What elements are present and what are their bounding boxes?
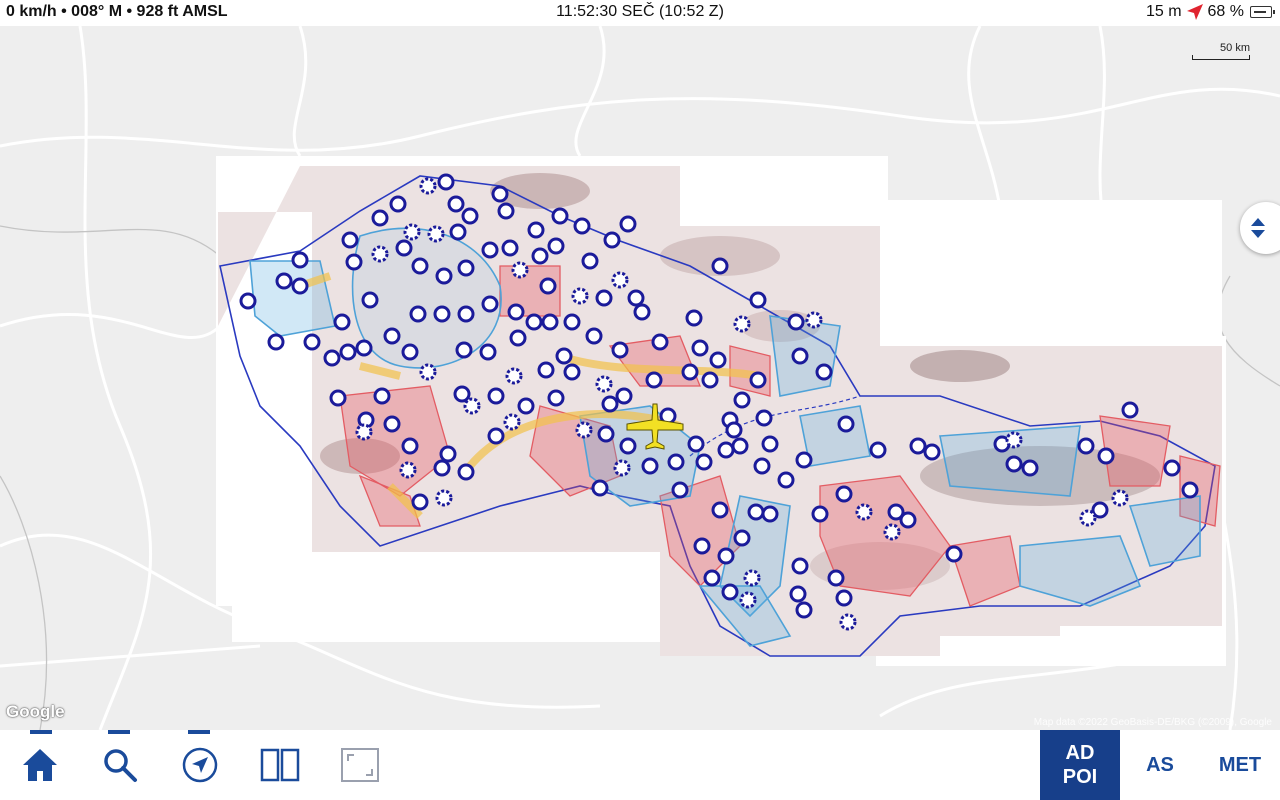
- google-logo: Google: [6, 702, 65, 721]
- battery-percent: 68 %: [1207, 3, 1244, 20]
- scale-label: 50 km: [1220, 42, 1250, 54]
- home-button[interactable]: [10, 730, 70, 800]
- fullscreen-icon: [341, 748, 379, 782]
- map-canvas[interactable]: [0, 26, 1280, 730]
- map-view[interactable]: 50 km Google Map data ©2022 GeoBasis-DE/…: [0, 26, 1280, 730]
- home-indicator: [30, 730, 52, 734]
- tab-as-label: AS: [1146, 754, 1174, 776]
- status-right-group: 15 m 68 %: [1145, 3, 1275, 21]
- search-icon: [104, 749, 137, 782]
- battery-icon: [1250, 6, 1275, 18]
- tab-ad-poi[interactable]: AD POI: [1040, 730, 1120, 800]
- navigation-arrow-icon: [182, 747, 218, 783]
- home-icon: [23, 749, 57, 781]
- tab-as[interactable]: AS: [1120, 730, 1200, 800]
- bottom-toolbar: AD POI AS MET: [0, 730, 1280, 800]
- scale-bar-line: [1192, 55, 1250, 60]
- status-bar: 0 km/h • 008° M • 928 ft AMSL 11:52:30 S…: [0, 0, 1280, 26]
- tab-ad-label: AD: [1065, 742, 1095, 764]
- tab-ad-poi-label: AD POI: [1063, 741, 1097, 789]
- map-scale-bar: 50 km: [1192, 42, 1250, 60]
- map-attribution[interactable]: Map data ©2022 GeoBasis-DE/BKG (©2009), …: [1034, 717, 1272, 728]
- split-view-button[interactable]: [250, 730, 310, 800]
- tab-met[interactable]: MET: [1200, 730, 1280, 800]
- up-down-arrows-icon: [1251, 218, 1265, 238]
- search-button[interactable]: [90, 730, 150, 800]
- tab-poi-label: POI: [1062, 766, 1098, 788]
- fullscreen-button[interactable]: [330, 730, 390, 800]
- gps-accuracy: 15 m: [1145, 3, 1182, 20]
- split-view-icon: [260, 748, 300, 782]
- tab-met-label: MET: [1218, 754, 1262, 776]
- search-indicator: [108, 730, 130, 734]
- navigate-button[interactable]: [170, 730, 230, 800]
- clock-readout: 11:52:30 SEČ (10:52 Z): [556, 3, 724, 20]
- navigate-indicator: [188, 730, 210, 734]
- location-arrow-icon: [1186, 4, 1203, 20]
